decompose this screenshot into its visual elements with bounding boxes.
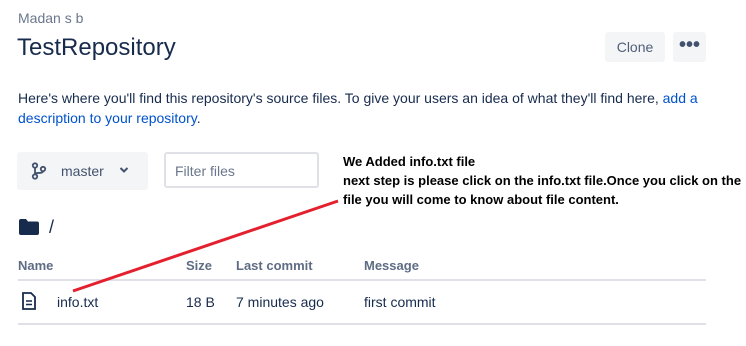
annotation-line-2: next step is please click on the info.tx… (343, 173, 742, 207)
repo-description: Here's where you'll find this repository… (18, 88, 708, 128)
column-header-message[interactable]: Message (364, 258, 419, 273)
folder-icon (18, 218, 40, 241)
annotation-line-1: We Added info.txt file (343, 154, 476, 169)
clone-button[interactable]: Clone (605, 32, 665, 62)
file-icon (21, 292, 37, 315)
more-icon: ••• (678, 34, 700, 56)
annotation-arrow-line (72, 199, 339, 293)
column-header-last-commit[interactable]: Last commit (236, 258, 313, 273)
git-branch-icon (31, 162, 47, 183)
file-size: 18 B (186, 294, 215, 310)
row-divider (18, 323, 706, 325)
header-divider (18, 279, 706, 281)
current-path[interactable]: / (49, 217, 54, 238)
page-title: TestRepository (17, 34, 176, 61)
more-actions-button[interactable]: ••• (673, 32, 706, 62)
file-link[interactable]: info.txt (57, 294, 98, 310)
filter-files-field[interactable] (164, 152, 319, 188)
description-suffix: . (196, 110, 201, 126)
commit-message: first commit (364, 294, 436, 310)
last-commit-time: 7 minutes ago (236, 294, 324, 310)
branch-name: master (61, 163, 104, 179)
chevron-down-icon (118, 163, 130, 180)
description-text: Here's where you'll find this repository… (18, 90, 663, 106)
annotation-note: We Added info.txt file next step is plea… (343, 152, 743, 209)
repo-owner[interactable]: Madan s b (18, 10, 83, 26)
branch-selector[interactable]: master (17, 152, 148, 190)
filter-files-input[interactable] (173, 155, 317, 187)
column-header-size[interactable]: Size (186, 258, 212, 273)
column-header-name[interactable]: Name (18, 258, 53, 273)
